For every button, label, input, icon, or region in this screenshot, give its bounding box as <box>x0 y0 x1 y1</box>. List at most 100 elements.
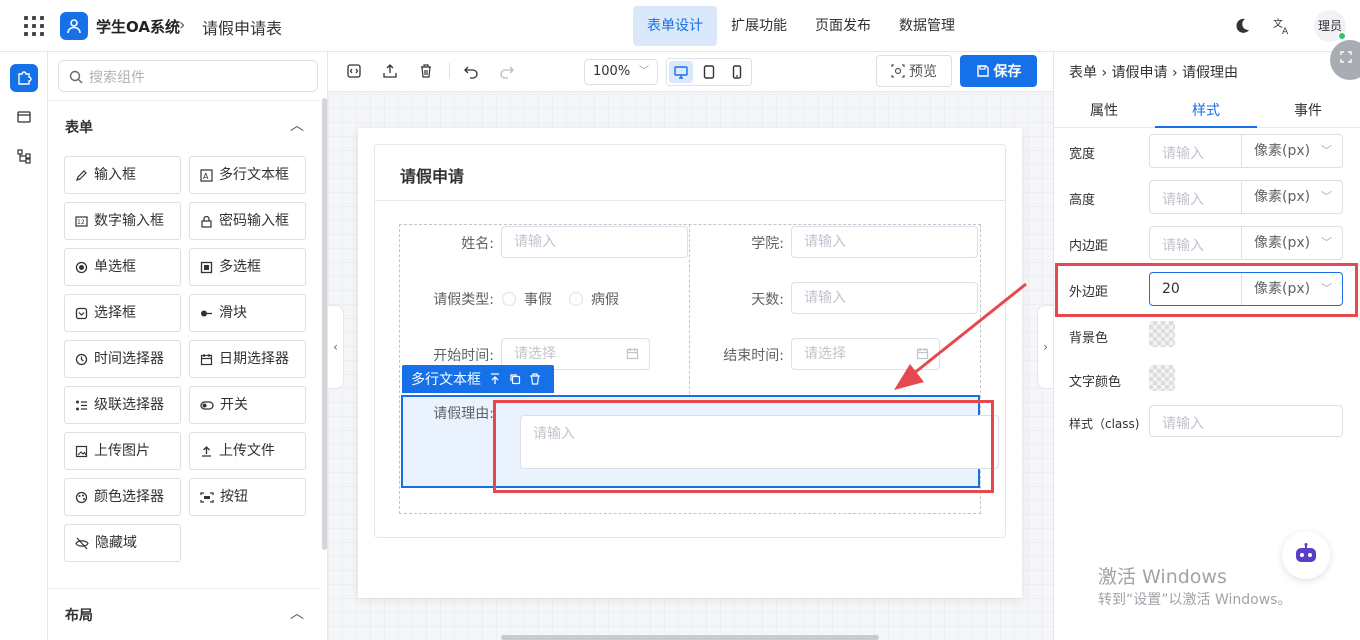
chevron-left-icon: ‹ <box>333 340 338 354</box>
search-placeholder: 搜索组件 <box>89 70 145 86</box>
save-button[interactable]: 保存 <box>960 55 1037 87</box>
chevron-right-icon: › <box>1043 340 1048 354</box>
active-tab-indicator <box>1155 126 1257 128</box>
windows-activation-watermark: 激活 Windows <box>1098 566 1227 588</box>
user-avatar[interactable]: 理员 <box>1314 10 1346 42</box>
tablet-icon <box>703 65 715 79</box>
selected-component-tag: 多行文本框 <box>402 365 554 393</box>
desktop-view-button[interactable] <box>669 61 693 83</box>
comp-switch[interactable]: 开关 <box>189 386 306 424</box>
height-unit-select[interactable]: 像素(px) ﹀ <box>1241 181 1342 213</box>
comp-cascader[interactable]: 级联选择器 <box>64 386 181 424</box>
tablet-view-button[interactable] <box>697 61 721 83</box>
height-input[interactable]: 请输入 像素(px) ﹀ <box>1149 180 1343 214</box>
section-form-header[interactable]: 表单 ︿ <box>48 100 320 150</box>
margin-unit-select[interactable]: 像素(px) ﹀ <box>1241 273 1342 305</box>
chevron-down-icon: ﹀ <box>639 66 649 77</box>
code-view-icon[interactable] <box>344 61 364 81</box>
comp-hidden-field[interactable]: 隐藏域 <box>64 524 181 562</box>
comp-number-input[interactable]: 12 数字输入框 <box>64 202 181 240</box>
canvas-horizontal-scrollbar[interactable] <box>501 635 879 640</box>
comp-input[interactable]: 输入框 <box>64 156 181 194</box>
svg-text:12: 12 <box>77 219 85 226</box>
translate-icon[interactable]: 文A <box>1272 16 1292 36</box>
rail-components-button[interactable] <box>10 64 38 92</box>
padding-unit-select[interactable]: 像素(px) ﹀ <box>1241 227 1342 259</box>
preview-button[interactable]: 预览 <box>876 55 952 87</box>
tab-style[interactable]: 样式 <box>1155 100 1257 120</box>
background-color-picker[interactable] <box>1149 321 1175 347</box>
component-search-input[interactable]: 搜索组件 <box>58 60 318 92</box>
puzzle-icon <box>18 71 32 85</box>
annotation-highlight-box <box>493 400 994 493</box>
annotation-arrow <box>894 282 1027 390</box>
comp-date-picker[interactable]: 日期选择器 <box>189 340 306 378</box>
comp-time-picker[interactable]: 时间选择器 <box>64 340 181 378</box>
trash-icon[interactable] <box>416 61 436 81</box>
college-input[interactable]: 请输入 <box>791 226 978 258</box>
margin-label: 外边距 <box>1069 285 1109 300</box>
rail-tree-button[interactable] <box>10 142 38 170</box>
comp-upload-image[interactable]: 上传图片 <box>64 432 181 470</box>
device-switcher <box>666 58 752 86</box>
online-status-dot <box>1338 32 1346 40</box>
lock-icon <box>201 215 212 228</box>
apps-grid-icon[interactable] <box>24 16 44 36</box>
width-input[interactable]: 请输入 像素(px) ﹀ <box>1149 134 1343 168</box>
radio-sick-leave[interactable]: 病假 <box>569 289 619 309</box>
tab-attributes[interactable]: 属性 <box>1053 100 1155 120</box>
comp-password-input[interactable]: 密码输入框 <box>189 202 306 240</box>
class-input[interactable]: 请输入 <box>1149 405 1343 437</box>
radio-personal-leave[interactable]: 事假 <box>502 289 552 309</box>
comp-upload-file[interactable]: 上传文件 <box>189 432 306 470</box>
component-panel-scrollbar[interactable] <box>322 98 327 550</box>
nav-extensions[interactable]: 扩展功能 <box>717 6 801 46</box>
name-input[interactable]: 请输入 <box>501 226 688 258</box>
margin-input[interactable]: 20 像素(px) ﹀ <box>1149 272 1343 306</box>
export-icon[interactable] <box>380 61 400 81</box>
assistant-bot-button[interactable] <box>1282 531 1330 579</box>
leave-type-label: 请假类型: <box>433 292 494 308</box>
comp-select[interactable]: 选择框 <box>64 294 181 332</box>
number-icon: 12 <box>75 215 88 227</box>
save-disk-icon <box>976 65 989 77</box>
top-bar: 学生OA系统 › 请假申请表 表单设计 扩展功能 页面发布 数据管理 文A 理员 <box>0 0 1360 52</box>
monitor-icon <box>674 66 688 79</box>
undo-icon[interactable] <box>461 61 481 81</box>
section-layout-header[interactable]: 布局 ︿ <box>48 588 320 638</box>
chevron-down-icon: ﹀ <box>1321 282 1332 295</box>
mobile-view-button[interactable] <box>725 61 749 83</box>
collapse-right-panel-button[interactable]: › <box>1037 305 1053 389</box>
padding-input[interactable]: 请输入 像素(px) ﹀ <box>1149 226 1343 260</box>
comp-radio[interactable]: 单选框 <box>64 248 181 286</box>
width-unit-select[interactable]: 像素(px) ﹀ <box>1241 135 1342 167</box>
comp-textarea[interactable]: A 多行文本框 <box>189 156 306 194</box>
card-divider <box>375 200 1005 201</box>
svg-text:A: A <box>1282 27 1289 36</box>
text-color-picker[interactable] <box>1149 365 1175 391</box>
delete-icon[interactable] <box>529 373 541 385</box>
app-name: 学生OA系统 <box>96 18 180 36</box>
nav-form-design[interactable]: 表单设计 <box>633 6 717 46</box>
move-up-icon[interactable] <box>489 373 501 385</box>
comp-checkbox[interactable]: 多选框 <box>189 248 306 286</box>
rail-code-button[interactable] <box>10 103 38 131</box>
collapse-left-panel-button[interactable]: ‹ <box>328 305 344 389</box>
zoom-select[interactable]: 100% ﹀ <box>584 59 658 85</box>
comp-color-picker[interactable]: 颜色选择器 <box>64 478 181 516</box>
checkbox-icon <box>200 261 213 273</box>
dark-mode-moon-icon[interactable] <box>1233 17 1251 35</box>
copy-icon[interactable] <box>509 373 521 385</box>
calendar-icon <box>626 348 639 360</box>
nav-page-publish[interactable]: 页面发布 <box>801 6 885 46</box>
comp-button[interactable]: 按钮 <box>189 478 306 516</box>
tab-events[interactable]: 事件 <box>1257 100 1359 120</box>
college-label: 学院: <box>751 236 784 252</box>
comp-slider[interactable]: 滑块 <box>189 294 306 332</box>
select-box-icon <box>75 307 88 319</box>
outline-tree-icon <box>17 149 31 164</box>
redo-icon[interactable] <box>497 61 517 81</box>
nav-data-management[interactable]: 数据管理 <box>885 6 969 46</box>
svg-text:A: A <box>203 172 209 181</box>
form-column-divider <box>689 224 690 394</box>
